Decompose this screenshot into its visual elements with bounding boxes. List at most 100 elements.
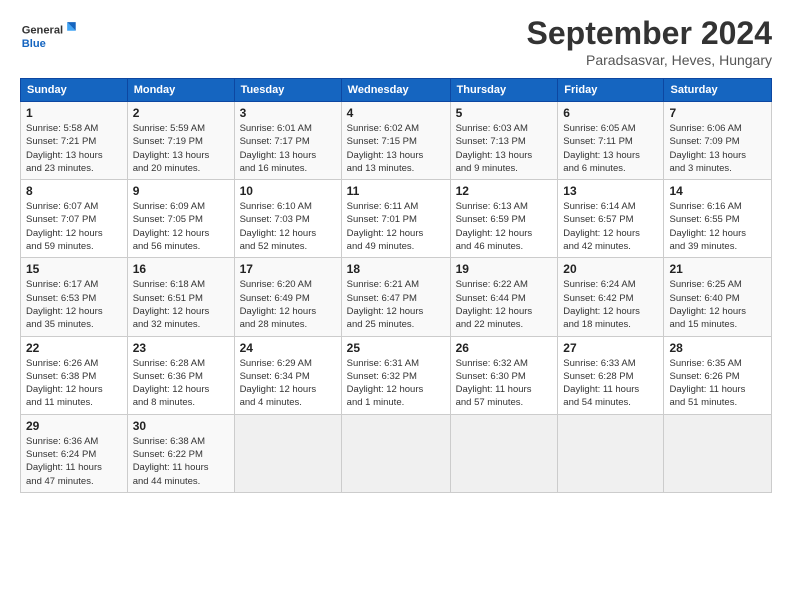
info-line: and 11 minutes. — [26, 397, 93, 408]
info-line: Daylight: 12 hours — [456, 306, 533, 317]
calendar-cell: 27Sunrise: 6:33 AMSunset: 6:28 PMDayligh… — [558, 336, 664, 414]
calendar-cell: 22Sunrise: 6:26 AMSunset: 6:38 PMDayligh… — [21, 336, 128, 414]
info-line: Sunrise: 6:05 AM — [563, 123, 635, 134]
info-line: Daylight: 11 hours — [669, 384, 745, 395]
info-line: Daylight: 12 hours — [563, 306, 640, 317]
day-info: Sunrise: 6:21 AMSunset: 6:47 PMDaylight:… — [347, 278, 445, 331]
day-number: 1 — [26, 106, 122, 120]
info-line: Sunset: 6:28 PM — [563, 371, 633, 382]
info-line: and 18 minutes. — [563, 319, 631, 330]
info-line: Sunset: 6:36 PM — [133, 371, 203, 382]
info-line: Sunrise: 6:25 AM — [669, 279, 741, 290]
calendar-header: Sunday Monday Tuesday Wednesday Thursday… — [21, 79, 772, 102]
calendar-cell: 9Sunrise: 6:09 AMSunset: 7:05 PMDaylight… — [127, 180, 234, 258]
info-line: Sunrise: 6:01 AM — [240, 123, 312, 134]
day-info: Sunrise: 5:59 AMSunset: 7:19 PMDaylight:… — [133, 122, 229, 175]
info-line: and 4 minutes. — [240, 397, 302, 408]
info-line: Sunrise: 6:13 AM — [456, 201, 528, 212]
info-line: Sunset: 6:32 PM — [347, 371, 417, 382]
info-line: Sunrise: 6:06 AM — [669, 123, 741, 134]
calendar-cell: 21Sunrise: 6:25 AMSunset: 6:40 PMDayligh… — [664, 258, 772, 336]
calendar-week-2: 8Sunrise: 6:07 AMSunset: 7:07 PMDaylight… — [21, 180, 772, 258]
info-line: Daylight: 13 hours — [456, 150, 533, 161]
day-number: 16 — [133, 262, 229, 276]
info-line: Sunrise: 6:33 AM — [563, 358, 635, 369]
info-line: and 25 minutes. — [347, 319, 415, 330]
col-tuesday: Tuesday — [234, 79, 341, 102]
info-line: and 16 minutes. — [240, 163, 308, 174]
info-line: Sunset: 6:51 PM — [133, 293, 203, 304]
info-line: and 47 minutes. — [26, 476, 94, 487]
info-line: Daylight: 11 hours — [563, 384, 639, 395]
info-line: Sunset: 7:03 PM — [240, 214, 310, 225]
day-number: 21 — [669, 262, 766, 276]
info-line: Sunset: 6:53 PM — [26, 293, 96, 304]
day-info: Sunrise: 6:32 AMSunset: 6:30 PMDaylight:… — [456, 357, 553, 410]
day-number: 13 — [563, 184, 658, 198]
info-line: Sunrise: 6:24 AM — [563, 279, 635, 290]
info-line: Sunset: 6:42 PM — [563, 293, 633, 304]
day-info: Sunrise: 6:28 AMSunset: 6:36 PMDaylight:… — [133, 357, 229, 410]
calendar-cell: 28Sunrise: 6:35 AMSunset: 6:26 PMDayligh… — [664, 336, 772, 414]
info-line: and 35 minutes. — [26, 319, 94, 330]
info-line: and 22 minutes. — [456, 319, 524, 330]
day-info: Sunrise: 6:14 AM Sunset: 6:57 PM Daylight:… — [563, 200, 658, 253]
calendar-cell: 10Sunrise: 6:10 AMSunset: 7:03 PMDayligh… — [234, 180, 341, 258]
day-number: 18 — [347, 262, 445, 276]
calendar-body: 1Sunrise: 5:58 AMSunset: 7:21 PMDaylight… — [21, 102, 772, 493]
info-line: Sunrise: 6:36 AM — [26, 436, 98, 447]
svg-text:General: General — [22, 24, 63, 36]
calendar-cell: 11Sunrise: 6:11 AMSunset: 7:01 PMDayligh… — [341, 180, 450, 258]
calendar-week-1: 1Sunrise: 5:58 AMSunset: 7:21 PMDaylight… — [21, 102, 772, 180]
day-number: 2 — [133, 106, 229, 120]
info-line: Sunrise: 5:58 AM — [26, 123, 98, 134]
info-line: and 20 minutes. — [133, 163, 201, 174]
day-info: Sunrise: 6:36 AMSunset: 6:24 PMDaylight:… — [26, 435, 122, 488]
day-info: Sunrise: 6:02 AMSunset: 7:15 PMDaylight:… — [347, 122, 445, 175]
day-number: 29 — [26, 419, 122, 433]
info-line: and 23 minutes. — [26, 163, 94, 174]
info-line: and 56 minutes. — [133, 241, 201, 252]
col-friday: Friday — [558, 79, 664, 102]
info-line: Sunset: 7:11 PM — [563, 136, 633, 147]
col-wednesday: Wednesday — [341, 79, 450, 102]
day-number: 3 — [240, 106, 336, 120]
calendar-cell: 23Sunrise: 6:28 AMSunset: 6:36 PMDayligh… — [127, 336, 234, 414]
day-info: Sunrise: 6:35 AMSunset: 6:26 PMDaylight:… — [669, 357, 766, 410]
calendar-cell: 18 Sunrise: 6:21 AMSunset: 6:47 PMDayligh… — [341, 258, 450, 336]
calendar-cell: 20Sunrise: 6:24 AMSunset: 6:42 PMDayligh… — [558, 258, 664, 336]
info-line: Daylight: 12 hours — [347, 306, 424, 317]
col-monday: Monday — [127, 79, 234, 102]
calendar-cell — [664, 414, 772, 492]
info-line: Sunset: 6:26 PM — [669, 371, 739, 382]
calendar-cell: 4Sunrise: 6:02 AMSunset: 7:15 PMDaylight… — [341, 102, 450, 180]
info-line: Daylight: 12 hours — [669, 228, 746, 239]
day-number: 15 — [26, 262, 122, 276]
info-line: Sunrise: 6:38 AM — [133, 436, 205, 447]
calendar-cell: 6Sunrise: 6:05 AMSunset: 7:11 PMDaylight… — [558, 102, 664, 180]
info-line: Sunset: 6:49 PM — [240, 293, 310, 304]
day-info: Sunrise: 6:09 AMSunset: 7:05 PMDaylight:… — [133, 200, 229, 253]
info-line: and 42 minutes. — [563, 241, 631, 252]
day-info: Sunrise: 6:16 AMSunset: 6:55 PMDaylight:… — [669, 200, 766, 253]
info-line: Sunrise: 6:14 AM — [563, 201, 635, 212]
day-info: Sunrise: 6:01 AMSunset: 7:17 PMDaylight:… — [240, 122, 336, 175]
info-line: Sunrise: 6:03 AM — [456, 123, 528, 134]
logo: General Blue — [20, 15, 80, 55]
info-line: Daylight: 13 hours — [240, 150, 317, 161]
day-number: 26 — [456, 341, 553, 355]
info-line: Sunset: 6:24 PM — [26, 449, 96, 460]
info-line: Sunset: 6:57 PM — [563, 214, 633, 225]
month-year: September 2024 — [527, 15, 772, 52]
info-line: Sunset: 6:47 PM — [347, 293, 417, 304]
calendar-cell — [234, 414, 341, 492]
calendar-cell: 30Sunrise: 6:38 AMSunset: 6:22 PMDayligh… — [127, 414, 234, 492]
calendar-cell: 1Sunrise: 5:58 AMSunset: 7:21 PMDaylight… — [21, 102, 128, 180]
day-info: Sunrise: 6:26 AMSunset: 6:38 PMDaylight:… — [26, 357, 122, 410]
calendar-cell: 29Sunrise: 6:36 AMSunset: 6:24 PMDayligh… — [21, 414, 128, 492]
info-line: and 44 minutes. — [133, 476, 201, 487]
info-line: Daylight: 12 hours — [26, 384, 103, 395]
info-line: Sunset: 7:09 PM — [669, 136, 739, 147]
calendar-cell: 26 Sunrise: 6:32 AMSunset: 6:30 PMDayligh… — [450, 336, 558, 414]
info-line: Daylight: 12 hours — [563, 228, 640, 239]
